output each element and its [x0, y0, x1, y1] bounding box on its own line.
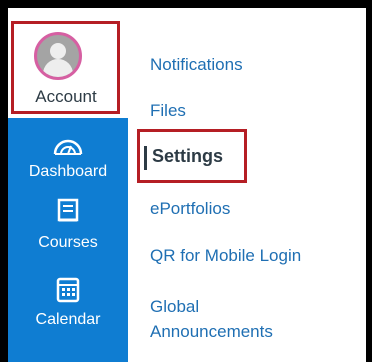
account-label[interactable]: Account	[11, 87, 121, 107]
menu-item-eportfolios[interactable]: ePortfolios	[150, 199, 230, 219]
sidebar-item-label: Dashboard	[28, 163, 108, 180]
sidebar-item-label: Courses	[38, 234, 98, 251]
avatar[interactable]	[34, 32, 82, 80]
account-menu: Notifications Files ePortfolios QR for M…	[150, 0, 365, 362]
menu-item-global-announcements[interactable]: Global Announcements	[150, 294, 273, 344]
avatar-head-icon	[50, 43, 66, 59]
window-left-border	[0, 0, 8, 362]
avatar-body-icon	[43, 59, 73, 77]
sidebar-item-courses[interactable]: Courses	[8, 192, 128, 254]
courses-icon	[57, 198, 79, 222]
menu-item-settings[interactable]: Settings	[152, 146, 223, 167]
active-item-indicator	[144, 146, 147, 170]
sidebar-item-calendar[interactable]: Calendar	[8, 268, 128, 338]
window-right-border	[366, 0, 372, 362]
calendar-icon	[56, 277, 80, 303]
dashboard-icon	[53, 139, 83, 155]
menu-item-files[interactable]: Files	[150, 101, 186, 121]
menu-item-qr-for-mobile-login[interactable]: QR for Mobile Login	[150, 246, 301, 266]
sidebar-item-label: Calendar	[35, 311, 101, 328]
menu-item-notifications[interactable]: Notifications	[150, 55, 243, 75]
sidebar-item-dashboard[interactable]: Dashboard	[8, 126, 128, 188]
